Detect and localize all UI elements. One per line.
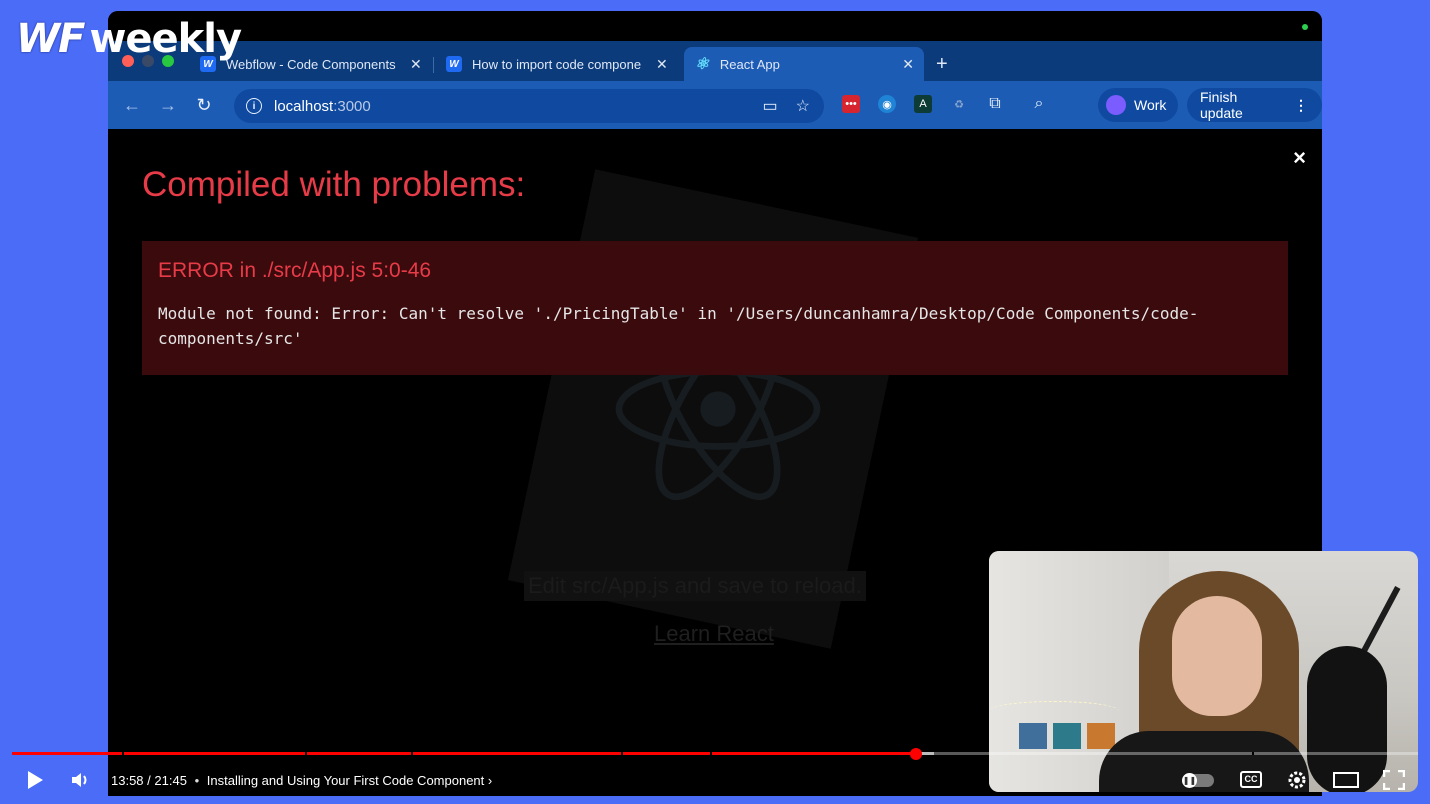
learn-react-link[interactable]: Learn React (654, 621, 774, 647)
play-icon[interactable] (26, 770, 44, 790)
chapter-marker (305, 752, 307, 755)
pause-icon: ❚❚ (1182, 773, 1197, 788)
chapter-title[interactable]: Installing and Using Your First Code Com… (207, 773, 485, 788)
progress-fill (12, 752, 916, 755)
extension-red-icon[interactable]: ••• (842, 95, 860, 113)
recording-strip (108, 11, 1322, 41)
chapter-marker (621, 752, 623, 755)
tab-how-to-import[interactable]: W How to import code compone ✕ (436, 47, 678, 81)
browser-toolbar: ← → ↻ i localhost:3000 ▭ ☆ ••• ◉ A ♻ ⧉ ⌕… (108, 81, 1322, 129)
poster (1053, 723, 1081, 749)
forward-arrow-icon[interactable]: → (150, 95, 186, 116)
theater-mode-icon[interactable] (1333, 771, 1359, 789)
player-controls: 13:58 / 21:45 • Installing and Using You… (0, 760, 1430, 800)
reload-icon[interactable]: ↻ (186, 95, 222, 116)
profile-label: Work (1134, 97, 1167, 113)
omnibox-actions: ▭ ☆ (763, 96, 810, 116)
volume-icon[interactable] (70, 770, 90, 790)
chapter-marker (1252, 752, 1254, 755)
new-tab-button[interactable]: + (936, 53, 948, 76)
tab-close-icon[interactable]: ✕ (902, 56, 914, 73)
poster (1087, 723, 1115, 749)
chevron-right-icon[interactable]: › (488, 773, 492, 788)
search-tabs-icon[interactable]: ⌕ (1030, 95, 1048, 113)
finish-update-label: Finish update (1200, 89, 1243, 121)
wall-posters (1019, 723, 1115, 749)
tab-bar: W Webflow - Code Components ✕ W How to i… (108, 41, 1322, 81)
cast-icon[interactable]: ▭ (763, 96, 778, 116)
logo-weekly: weekly (89, 16, 242, 62)
fullscreen-icon[interactable] (1383, 770, 1405, 790)
presenter-face (1172, 596, 1262, 716)
tab-close-icon[interactable]: ✕ (656, 56, 668, 73)
edit-hint-text: Edit src/App.js and save to reload. (524, 571, 866, 601)
chapter-marker (710, 752, 712, 755)
tab-title: React App (719, 56, 780, 72)
site-info-icon[interactable]: i (246, 98, 262, 114)
address-host: localhost (274, 97, 334, 115)
wf-weekly-logo: WF weekly (16, 16, 242, 62)
recording-indicator-icon (1302, 24, 1308, 30)
extension-recycle-icon[interactable]: ♻ (950, 95, 968, 113)
extensions-area: ••• ◉ A ♻ ⧉ ⌕ (842, 95, 1048, 113)
back-arrow-icon[interactable]: ← (114, 95, 150, 116)
logo-wf: WF (16, 16, 85, 62)
finish-update-button[interactable]: Finish update ⋮ (1187, 88, 1322, 122)
avatar (1106, 95, 1126, 115)
error-heading: ERROR in ./src/App.js 5:0-46 (158, 259, 432, 282)
address-bar[interactable]: i localhost:3000 ▭ ☆ (234, 89, 824, 123)
error-message: Module not found: Error: Can't resolve '… (158, 304, 1199, 348)
tab-close-icon[interactable]: ✕ (410, 56, 422, 73)
video-progress-bar[interactable] (12, 752, 1418, 755)
progress-scrubber[interactable] (910, 748, 922, 760)
extension-green-icon[interactable]: A (914, 95, 932, 113)
overlay-close-button[interactable]: × (1293, 145, 1306, 171)
chapter-marker (122, 752, 124, 755)
settings-gear-icon[interactable] (1286, 769, 1308, 791)
time-display: 13:58 / 21:45 • Installing and Using You… (111, 773, 493, 788)
error-panel: ERROR in ./src/App.js 5:0-46 Module not … (142, 241, 1288, 375)
extensions-puzzle-icon[interactable]: ⧉ (986, 95, 1004, 113)
profile-button[interactable]: Work (1098, 88, 1179, 122)
tab-title: Webflow - Code Components (226, 56, 396, 72)
webcam-video (989, 551, 1418, 792)
overlay-title: Compiled with problems: (142, 165, 526, 204)
menu-kebab-icon[interactable]: ⋮ (1294, 97, 1308, 114)
chapter-marker (411, 752, 413, 755)
captions-icon[interactable]: CC (1240, 771, 1262, 788)
tab-react-app[interactable]: ⚛ React App ✕ (684, 47, 924, 81)
string-lights (989, 701, 1119, 721)
react-icon: ⚛ (694, 56, 710, 73)
poster (1019, 723, 1047, 749)
extension-blue-circle-icon[interactable]: ◉ (878, 95, 896, 113)
current-time: 13:58 (111, 773, 144, 788)
bookmark-star-icon[interactable]: ☆ (796, 96, 810, 116)
autoplay-toggle[interactable]: ❚❚ (1182, 773, 1214, 788)
tab-title: How to import code compone (472, 56, 642, 72)
webflow-icon: W (446, 56, 462, 72)
tab-divider (433, 57, 434, 73)
address-port: :3000 (333, 97, 371, 115)
duration: 21:45 (154, 773, 187, 788)
